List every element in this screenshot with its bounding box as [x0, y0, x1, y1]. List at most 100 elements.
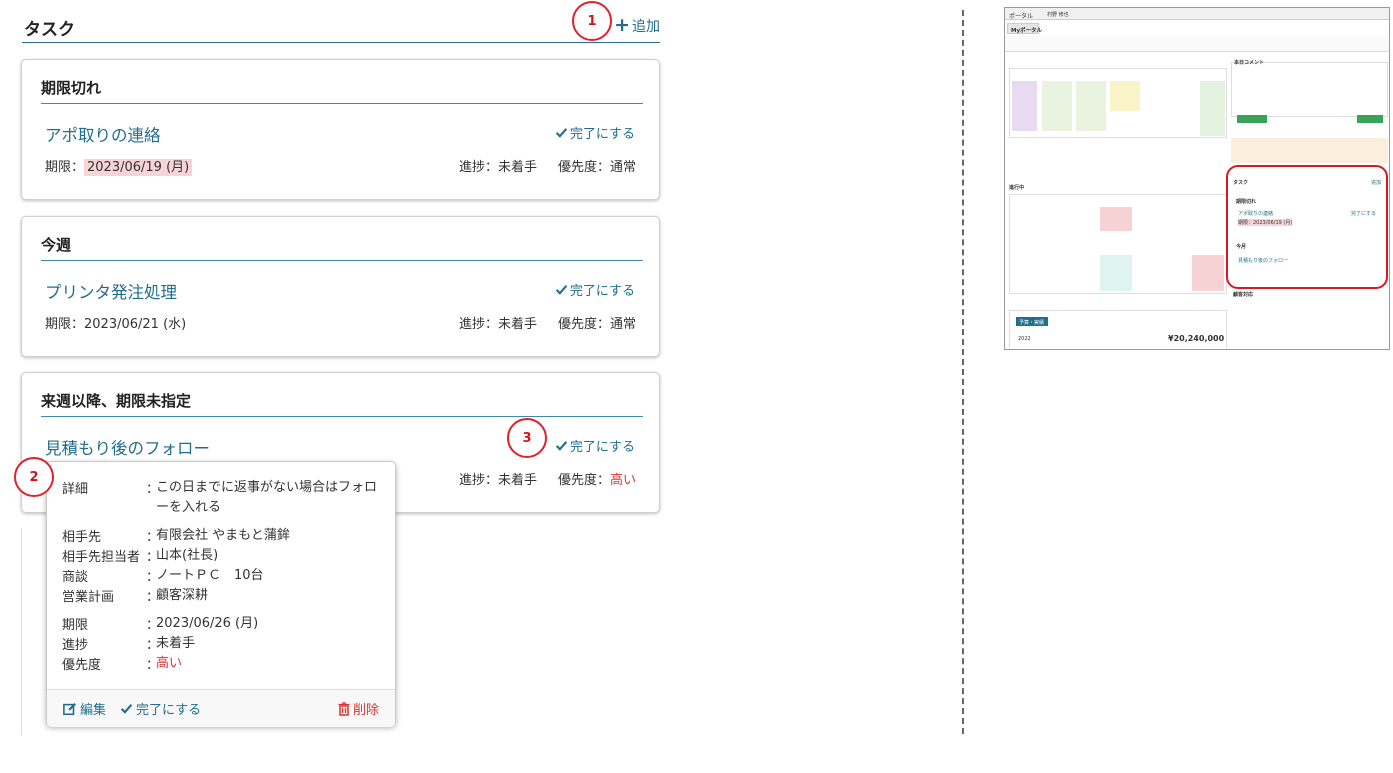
group-title: 来週以降、期限未指定 — [41, 392, 192, 410]
colon: ： — [146, 590, 160, 605]
task-due: 期限： 2023/06/19 (月) — [45, 156, 193, 176]
task-group-overdue: 期限切れ アポ取りの連絡 完了にする 期限： 2023/06/19 (月) 進捗：… — [21, 59, 660, 200]
add-task-button[interactable]: + 追加 — [614, 13, 660, 36]
popup-row-deal: 商談 ：ノートＰＣ 10台 — [62, 566, 388, 586]
group-divider — [41, 416, 643, 417]
priority-value: 通常 — [609, 160, 636, 175]
task-name-link[interactable]: プリンタ発注処理 — [45, 279, 177, 303]
thumb-comment-note — [1231, 138, 1388, 163]
annotation-badge-2: 2 — [14, 457, 54, 497]
task-priority: 優先度：通常 — [558, 313, 636, 332]
popup-value: ノートＰＣ 10台 — [156, 568, 264, 583]
thumb-sales-tab: 予算・実績 — [1016, 317, 1048, 326]
tasks-header: タスク + 追加 — [22, 12, 660, 43]
complete-label: 完了にする — [569, 440, 635, 455]
task-name-link[interactable]: 見積もり後のフォロー — [45, 435, 210, 459]
popup-row-due: 期限 ： 2023/06/26 (月) — [62, 614, 388, 634]
complete-task-button[interactable]: 完了にする — [555, 123, 635, 142]
popup-value-high: 高い — [156, 656, 183, 671]
thumb-comment-header: 本日コメント — [1234, 60, 1265, 66]
thumb-cal-event — [1012, 81, 1037, 131]
thumb-my-portal: Myポータル — [1011, 28, 1043, 34]
trash-icon — [338, 701, 350, 716]
check-icon — [555, 128, 568, 138]
colon: ： — [146, 530, 160, 545]
thumb-user-label: 村野 修也 — [1047, 12, 1069, 18]
task-detail-popup: 詳細：この日までに返事がない場合はフォローを入れる 相手先：有限会社 やまもと蒲… — [46, 461, 396, 727]
popup-row-client: 相手先 ：有限会社 やまもと蒲鉾 — [62, 526, 388, 546]
popup-complete-button[interactable]: 完了にする — [120, 699, 201, 718]
thumb-highlight-frame — [1226, 165, 1388, 289]
thumb-cell-red — [1100, 207, 1132, 231]
popup-value: 顧客深耕 — [156, 588, 209, 603]
popup-row-plan: 営業計画 ：顧客深耕 — [62, 586, 388, 606]
thumb-topbar: ポータル 村野 修也 — [1005, 8, 1389, 20]
colon: ： — [146, 658, 160, 673]
thumb-amount: ¥20,240,000 — [1168, 334, 1225, 343]
thumb-portal-label: ポータル — [1009, 13, 1034, 20]
popup-row-detail: 詳細 ：この日までに返事がない場合はフォローを入れる — [62, 478, 388, 518]
thumb-calendar — [1009, 68, 1227, 138]
edit-label: 編集 — [80, 703, 107, 718]
delete-label: 削除 — [352, 703, 379, 718]
delete-button[interactable]: 削除 — [338, 699, 379, 718]
colon: ： — [146, 482, 160, 497]
edit-icon — [63, 702, 76, 715]
thumb-customer-header: 顧客対応 — [1233, 292, 1254, 298]
tasks-title: タスク — [24, 20, 75, 40]
thumb-in-progress: 進行中 — [1009, 185, 1025, 191]
thumb-sales-tab-label: 予算・実績 — [1019, 320, 1045, 326]
popup-label: 優先度 — [62, 658, 102, 673]
popup-footer: 編集 完了にする 削除 — [47, 689, 395, 727]
due-label: 期限： — [45, 160, 85, 175]
task-name-link[interactable]: アポ取りの連絡 — [45, 122, 161, 146]
colon: ： — [146, 618, 160, 633]
thumb-cell-red — [1192, 255, 1224, 291]
group-divider — [41, 260, 643, 261]
complete-task-button[interactable]: 完了にする — [555, 280, 635, 299]
edit-button[interactable]: 編集 — [63, 699, 106, 718]
popup-label: 詳細 — [62, 482, 89, 497]
plus-icon: + — [614, 13, 630, 36]
group-title: 期限切れ — [41, 79, 102, 97]
thumb-green-btn — [1237, 115, 1267, 123]
check-icon — [555, 441, 568, 451]
thumb-comment-box: 本日コメント — [1231, 60, 1388, 123]
priority-value: 通常 — [609, 317, 636, 332]
priority-label: 優先度： — [557, 317, 610, 332]
complete-label: 完了にする — [136, 703, 202, 718]
thumb-green-btn — [1357, 115, 1383, 123]
task-group-this-week: 今週 プリンタ発注処理 完了にする 期限：2023/06/21 (水) 進捗：未… — [21, 216, 660, 357]
complete-label: 完了にする — [569, 127, 635, 142]
task-progress: 進捗：未着手 — [458, 317, 537, 332]
thumb-tab: Myポータル — [1007, 23, 1043, 34]
dashed-divider — [962, 10, 964, 734]
complete-task-button[interactable]: 完了にする — [555, 436, 635, 455]
popup-row-progress: 進捗 ：未着手 — [62, 634, 388, 654]
priority-value-high: 高い — [609, 473, 636, 488]
popup-row-priority: 優先度 ：高い — [62, 654, 388, 674]
popup-label: 商談 — [62, 570, 89, 585]
popup-value: 有限会社 やまもと蒲鉾 — [156, 528, 290, 543]
colon: ： — [146, 570, 160, 585]
popup-label: 期限 — [62, 618, 89, 633]
popup-value: 未着手 — [156, 636, 196, 651]
thumb-cal-event — [1110, 81, 1140, 111]
popup-label: 進捗 — [62, 638, 89, 653]
popup-value: この日までに返事がない場合はフォローを入れる — [156, 480, 378, 515]
task-priority: 優先度：高い — [558, 469, 636, 488]
complete-label: 完了にする — [569, 284, 635, 299]
due-date-overdue: 2023/06/19 (月) — [84, 159, 193, 176]
thumb-year: 2022 — [1018, 336, 1031, 342]
thumb-toolbar — [1005, 36, 1389, 52]
thumb-cal-event — [1200, 81, 1225, 136]
popup-label: 相手先 — [62, 530, 102, 545]
annotation-badge-3: 3 — [507, 418, 547, 458]
check-icon — [555, 285, 568, 295]
task-due: 期限：2023/06/21 (水) — [45, 313, 186, 332]
priority-label: 優先度： — [557, 160, 610, 175]
check-icon — [120, 704, 133, 714]
annotation-badge-1: 1 — [572, 1, 612, 41]
popup-value: 2023/06/26 (月) — [156, 616, 259, 631]
due-date: 2023/06/21 (水) — [84, 317, 187, 332]
